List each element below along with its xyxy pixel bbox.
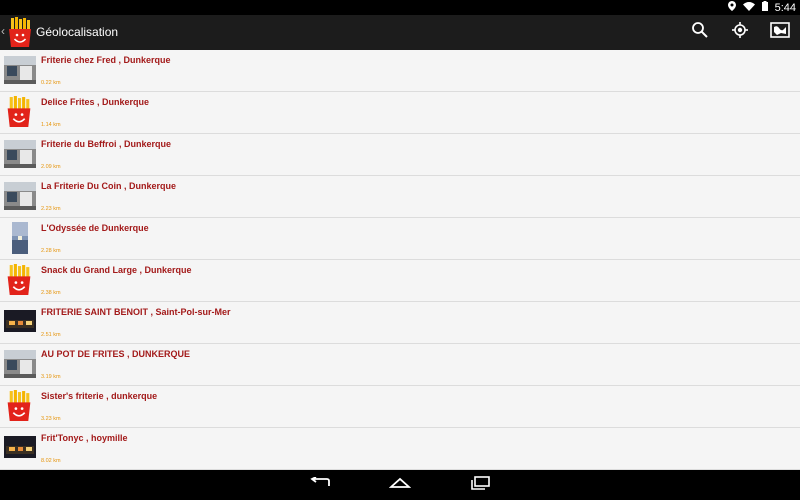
place-photo — [4, 432, 36, 464]
list-item[interactable]: La Friterie Du Coin , Dunkerque 2.23 km — [0, 176, 800, 218]
recents-icon — [469, 475, 491, 495]
place-photo — [4, 348, 36, 380]
place-photo — [4, 222, 36, 254]
place-name: Snack du Grand Large , Dunkerque — [41, 265, 192, 275]
wifi-icon — [742, 1, 755, 14]
list-item[interactable]: Frit'Tonyc , hoymille 8.02 km — [0, 428, 800, 470]
fries-logo-icon[interactable] — [6, 17, 34, 48]
place-name: Friterie chez Fred , Dunkerque — [41, 55, 171, 65]
place-name: La Friterie Du Coin , Dunkerque — [41, 181, 177, 191]
place-name: Delice Frites , Dunkerque — [41, 97, 150, 107]
place-distance: 3.19 km — [41, 374, 61, 380]
back-button[interactable] — [308, 476, 332, 494]
list-item[interactable]: Friterie chez Fred , Dunkerque 0.22 km — [0, 50, 800, 92]
battery-icon — [761, 1, 768, 14]
place-name: L'Odyssée de Dunkerque — [41, 223, 149, 233]
place-photo — [4, 306, 36, 338]
location-icon — [727, 1, 736, 14]
list-item[interactable]: Friterie du Beffroi , Dunkerque 2.09 km — [0, 134, 800, 176]
home-icon — [388, 476, 412, 494]
list-item[interactable]: Delice Frites , Dunkerque 1.14 km — [0, 92, 800, 134]
map-view-icon — [770, 21, 790, 43]
search-icon — [691, 21, 709, 44]
back-icon — [309, 476, 331, 494]
navigation-bar — [0, 470, 800, 500]
action-bar: ‹ Géolocalisation — [0, 15, 800, 50]
place-distance: 2.09 km — [41, 164, 61, 170]
place-photo — [4, 138, 36, 170]
fries-logo-icon — [4, 96, 36, 128]
place-distance: 2.28 km — [41, 248, 61, 254]
up-chevron-icon[interactable]: ‹ — [1, 24, 5, 38]
place-distance: 2.38 km — [41, 290, 61, 296]
place-photo — [4, 54, 36, 86]
my-location-icon — [731, 21, 749, 44]
list-item[interactable]: L'Odyssée de Dunkerque 2.28 km — [0, 218, 800, 260]
restaurant-list: Friterie chez Fred , Dunkerque 0.22 km Del… — [0, 50, 800, 470]
fries-logo-icon — [4, 390, 36, 422]
place-name: Friterie du Beffroi , Dunkerque — [41, 139, 172, 149]
list-item[interactable]: AU POT DE FRITES , DUNKERQUE 3.19 km — [0, 344, 800, 386]
place-distance: 8.02 km — [41, 458, 61, 464]
place-name: FRITERIE SAINT BENOIT , Saint-Pol-sur-Me… — [41, 307, 231, 317]
place-photo — [4, 180, 36, 212]
place-name: Sister's friterie , dunkerque — [41, 391, 158, 401]
place-distance: 0.22 km — [41, 80, 61, 86]
map-view-button[interactable] — [768, 21, 792, 43]
list-item[interactable]: Snack du Grand Large , Dunkerque 2.38 km — [0, 260, 800, 302]
search-button[interactable] — [688, 21, 712, 43]
place-distance: 2.51 km — [41, 332, 61, 338]
clock-time: 5:44 — [774, 1, 796, 14]
list-item[interactable]: Sister's friterie , dunkerque 3.23 km — [0, 386, 800, 428]
place-distance: 3.23 km — [41, 416, 61, 422]
page-title: Géolocalisation — [36, 25, 119, 39]
place-distance: 2.23 km — [41, 206, 61, 212]
status-bar: 5:44 — [0, 0, 800, 15]
place-name: Frit'Tonyc , hoymille — [41, 433, 128, 443]
recents-button[interactable] — [468, 475, 492, 495]
fries-logo-icon — [4, 264, 36, 296]
list-item[interactable]: FRITERIE SAINT BENOIT , Saint-Pol-sur-Me… — [0, 302, 800, 344]
place-name: AU POT DE FRITES , DUNKERQUE — [41, 349, 191, 359]
home-button[interactable] — [388, 476, 412, 494]
place-distance: 1.14 km — [41, 122, 61, 128]
my-location-button[interactable] — [728, 21, 752, 43]
